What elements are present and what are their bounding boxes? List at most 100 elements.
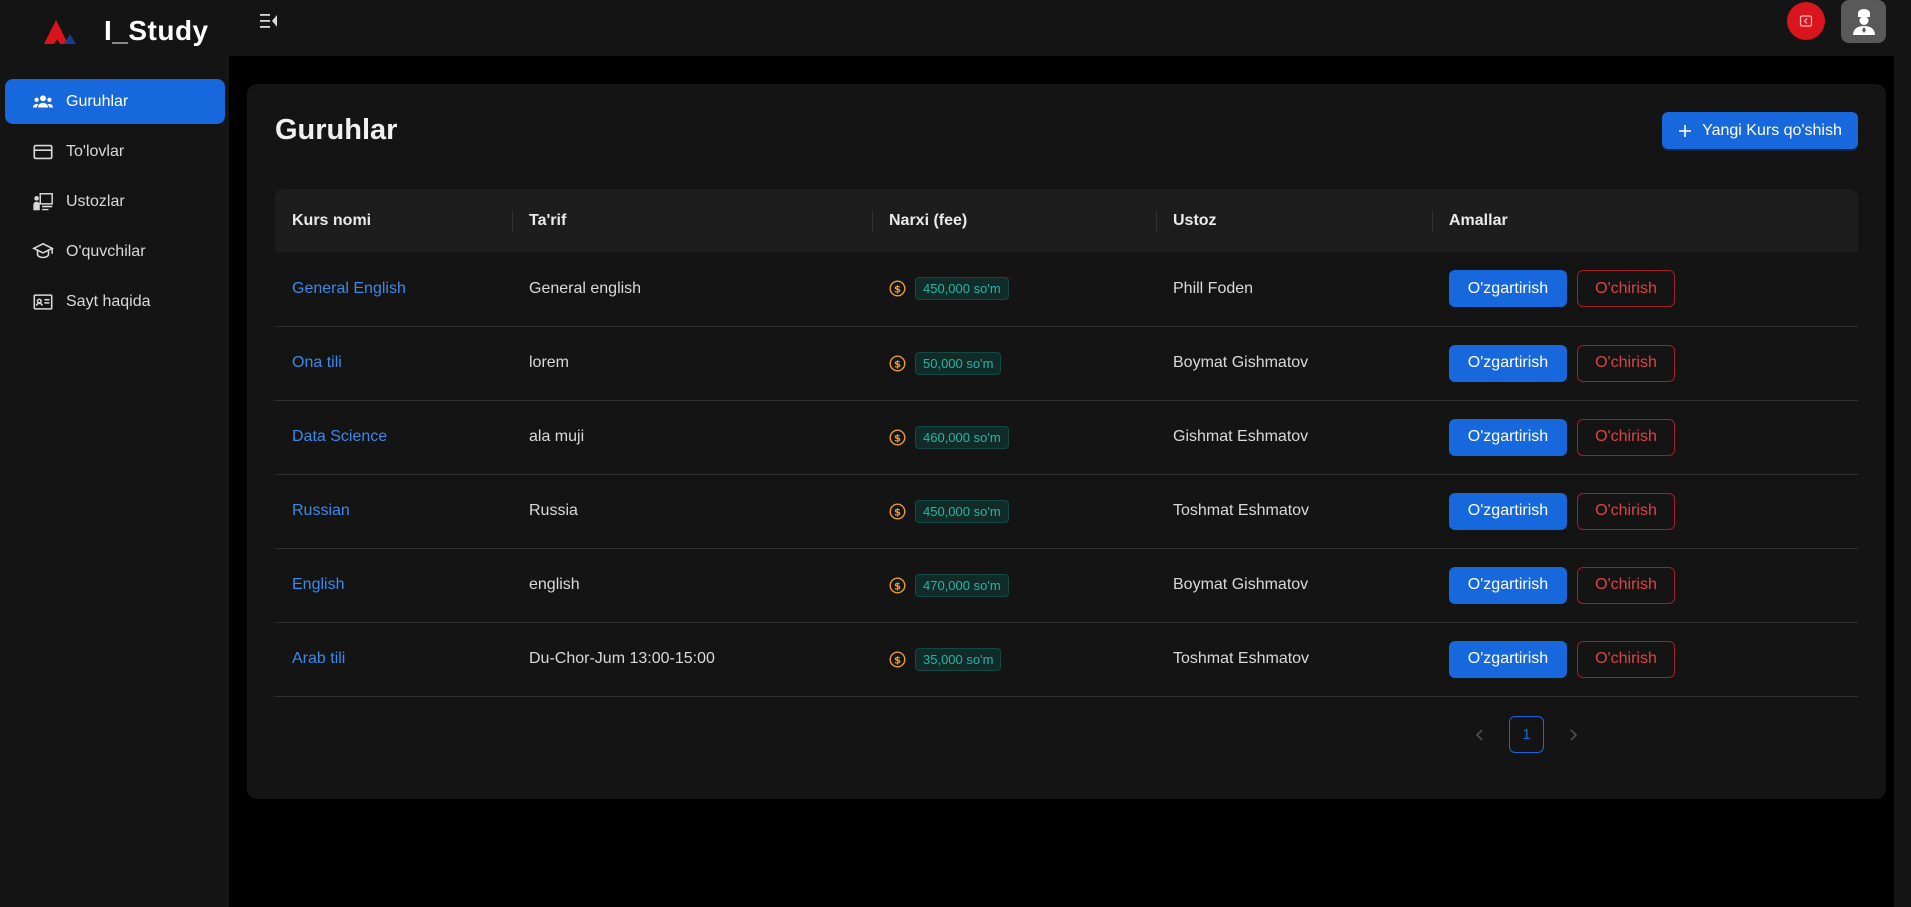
cell-course-name: General English — [275, 252, 512, 327]
logo-mark-icon — [44, 20, 76, 44]
svg-text:$: $ — [894, 359, 901, 370]
teacher-icon — [33, 192, 53, 210]
edit-button[interactable]: O'zgartirish — [1449, 492, 1567, 530]
course-name-link[interactable]: General English — [292, 280, 406, 297]
cell-fee: $ 50,000 so'm — [872, 326, 1156, 401]
edit-button[interactable]: O'zgartirish — [1449, 418, 1567, 456]
table-row: Data Science ala muji $ 460,000 so'm Gis… — [275, 400, 1858, 475]
user-avatar[interactable] — [1841, 0, 1886, 43]
id-card-icon — [33, 293, 53, 310]
row-actions: O'zgartirish O'chirish — [1449, 418, 1858, 456]
course-name-link[interactable]: Data Science — [292, 428, 387, 445]
delete-button[interactable]: O'chirish — [1577, 640, 1675, 678]
table-row: General English General english $ 450,00… — [275, 252, 1858, 327]
course-name-link[interactable]: Russian — [292, 502, 350, 519]
fee-tag: 35,000 so'm — [915, 647, 1002, 671]
users-icon — [32, 94, 54, 107]
table-header-row: Kurs nomi Ta'rif Narxi (fee) Ustoz Amall… — [275, 189, 1858, 252]
edit-button[interactable]: O'zgartirish — [1449, 566, 1567, 604]
delete-button[interactable]: O'chirish — [1577, 270, 1675, 308]
logo[interactable]: I_Study — [40, 8, 209, 54]
course-name-link[interactable]: English — [292, 576, 344, 593]
cell-description: english — [512, 548, 872, 623]
dollar-coin-icon: $ — [889, 502, 906, 520]
svg-text:$: $ — [894, 581, 901, 592]
pagination: 1 — [1469, 716, 1584, 753]
app-name: I_Study — [104, 15, 209, 46]
svg-text:$: $ — [894, 433, 901, 444]
page-title: Guruhlar — [275, 114, 398, 146]
cell-course-name: Data Science — [275, 400, 512, 475]
sidebar-item-oquvchilar[interactable]: O'quvchilar — [5, 229, 225, 274]
cell-fee: $ 470,000 so'm — [872, 548, 1156, 623]
sidebar-nav: Guruhlar To'lovlar Ustozlar O'quvchilar — [5, 79, 225, 329]
sidebar-item-tolovlar[interactable]: To'lovlar — [5, 129, 225, 174]
sidebar-item-ustozlar[interactable]: Ustozlar — [5, 179, 225, 224]
cell-teacher: Toshmat Eshmatov — [1156, 622, 1432, 697]
cell-description: Du-Chor-Jum 13:00-15:00 — [512, 622, 872, 697]
cell-teacher: Boymat Gishmatov — [1156, 326, 1432, 401]
table-row: Russian Russia $ 450,000 so'm Toshmat Es… — [275, 474, 1858, 549]
fee-display: $ 460,000 so'm — [889, 425, 1156, 449]
page-number[interactable]: 1 — [1509, 716, 1544, 753]
add-course-label: Yangi Kurs qo'shish — [1702, 121, 1842, 139]
table-row: Ona tili lorem $ 50,000 so'm Boymat Gish… — [275, 326, 1858, 401]
cell-teacher: Phill Foden — [1156, 252, 1432, 327]
dollar-coin-icon: $ — [889, 428, 906, 446]
row-actions: O'zgartirish O'chirish — [1449, 344, 1858, 382]
delete-button[interactable]: O'chirish — [1577, 344, 1675, 382]
plus-icon — [1679, 124, 1692, 137]
edit-button[interactable]: O'zgartirish — [1449, 344, 1567, 382]
cell-description: Russia — [512, 474, 872, 549]
row-actions: O'zgartirish O'chirish — [1449, 640, 1858, 678]
sidebar-item-label: Ustozlar — [66, 192, 125, 210]
chevron-left-icon — [1475, 728, 1483, 741]
sidebar-item-guruhlar[interactable]: Guruhlar — [5, 79, 225, 124]
cell-course-name: Russian — [275, 474, 512, 549]
cell-actions: O'zgartirish O'chirish — [1432, 326, 1858, 401]
logout-icon — [1799, 15, 1813, 27]
course-name-link[interactable]: Ona tili — [292, 354, 342, 371]
scrollbar[interactable] — [1894, 56, 1911, 907]
delete-button[interactable]: O'chirish — [1577, 566, 1675, 604]
svg-text:$: $ — [894, 507, 901, 518]
table-row: English english $ 470,000 so'm Boymat Gi… — [275, 548, 1858, 623]
chevron-right-icon — [1570, 728, 1578, 741]
column-header: Kurs nomi — [275, 189, 512, 252]
sidebar-item-label: O'quvchilar — [66, 242, 146, 260]
cell-actions: O'zgartirish O'chirish — [1432, 252, 1858, 327]
add-course-button[interactable]: Yangi Kurs qo'shish — [1662, 112, 1858, 149]
cell-course-name: Ona tili — [275, 326, 512, 401]
cell-fee: $ 450,000 so'm — [872, 474, 1156, 549]
next-page-button[interactable] — [1562, 724, 1584, 746]
edit-button[interactable]: O'zgartirish — [1449, 270, 1567, 308]
cell-actions: O'zgartirish O'chirish — [1432, 474, 1858, 549]
fee-display: $ 35,000 so'm — [889, 647, 1156, 671]
sidebar-item-label: Sayt haqida — [66, 292, 151, 310]
cell-teacher: Toshmat Eshmatov — [1156, 474, 1432, 549]
logout-button[interactable] — [1787, 2, 1825, 40]
course-name-link[interactable]: Arab tili — [292, 650, 345, 667]
edit-button[interactable]: O'zgartirish — [1449, 640, 1567, 678]
cell-fee: $ 460,000 so'm — [872, 400, 1156, 475]
credit-card-icon — [33, 144, 53, 159]
top-bar — [229, 0, 1911, 56]
fee-display: $ 470,000 so'm — [889, 573, 1156, 597]
cell-actions: O'zgartirish O'chirish — [1432, 548, 1858, 623]
sidebar-item-sayt-haqida[interactable]: Sayt haqida — [5, 279, 225, 324]
delete-button[interactable]: O'chirish — [1577, 492, 1675, 530]
dollar-coin-icon: $ — [889, 576, 906, 594]
delete-button[interactable]: O'chirish — [1577, 418, 1675, 456]
main-card: Guruhlar Yangi Kurs qo'shish Kurs nomi T… — [247, 84, 1886, 799]
dollar-coin-icon: $ — [889, 650, 906, 668]
menu-fold-icon[interactable] — [258, 10, 280, 32]
fee-tag: 470,000 so'm — [915, 573, 1009, 597]
prev-page-button[interactable] — [1469, 724, 1491, 746]
row-actions: O'zgartirish O'chirish — [1449, 566, 1858, 604]
column-header: Ustoz — [1156, 189, 1432, 252]
graduation-cap-icon — [32, 242, 54, 258]
sidebar-item-label: To'lovlar — [66, 142, 125, 160]
cell-actions: O'zgartirish O'chirish — [1432, 622, 1858, 697]
fee-tag: 50,000 so'm — [915, 351, 1002, 375]
cell-description: General english — [512, 252, 872, 327]
